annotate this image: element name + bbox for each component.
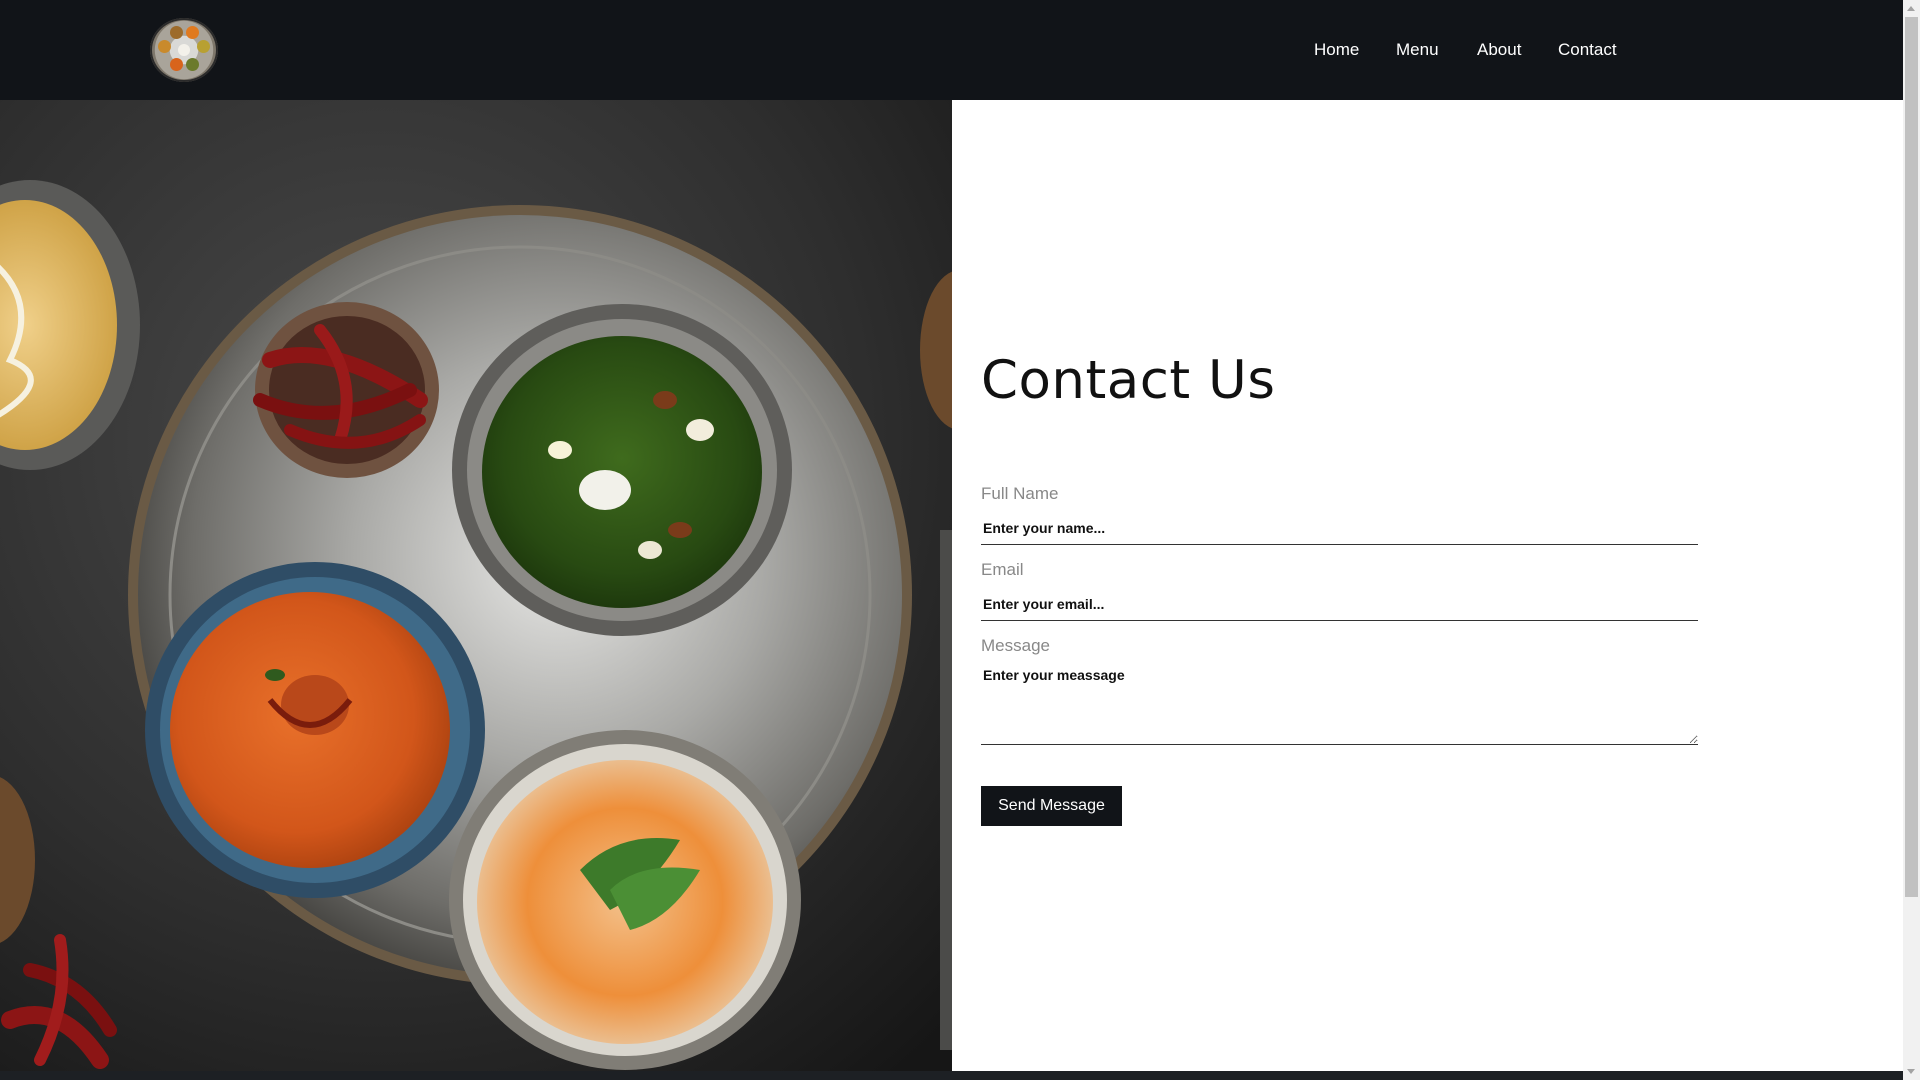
full-name-label: Full Name [981, 484, 1059, 503]
page-scrollbar[interactable] [1903, 0, 1920, 1080]
send-message-button[interactable]: Send Message [981, 786, 1122, 826]
nav-home-link[interactable]: Home [1314, 40, 1359, 60]
scroll-thumb[interactable] [1905, 17, 1918, 897]
nav-contact-link[interactable]: Contact [1558, 40, 1617, 60]
thali-logo-icon[interactable] [150, 18, 218, 82]
hero-food-image [0, 100, 952, 1071]
contact-section: Contact Us Full Name Email Message Send … [952, 100, 1903, 1071]
message-label: Message [981, 636, 1050, 655]
full-name-input[interactable] [981, 511, 1698, 545]
footer-strip [0, 1071, 1903, 1080]
food-thali-illustration [0, 100, 952, 1071]
navbar: Home Menu About Contact [0, 0, 1903, 100]
email-label: Email [981, 560, 1024, 579]
nav-about-link[interactable]: About [1477, 40, 1521, 60]
nav-menu-link[interactable]: Menu [1396, 40, 1439, 60]
scroll-down-arrow-icon[interactable] [1907, 1069, 1915, 1074]
email-input[interactable] [981, 587, 1698, 621]
contact-title: Contact Us [981, 350, 1276, 411]
scroll-up-arrow-icon[interactable] [1907, 6, 1915, 11]
message-textarea[interactable] [981, 659, 1698, 745]
